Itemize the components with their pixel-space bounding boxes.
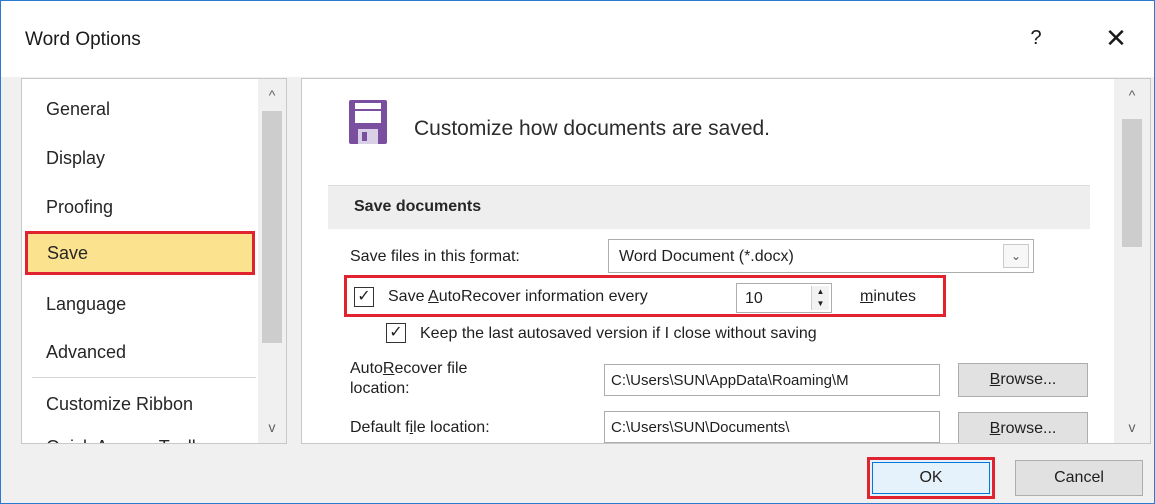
panel-header: Customize how documents are saved. <box>414 117 771 140</box>
section-title: Save documents <box>354 198 482 215</box>
scroll-up-icon[interactable]: ^ <box>1122 87 1142 103</box>
word-options-dialog: Word Options ? ✕ General Display Proofin… <box>0 0 1155 504</box>
autorecover-label: Save AutoRecover information every <box>388 288 648 305</box>
ok-button[interactable]: OK <box>867 457 995 499</box>
autorecover-checkbox[interactable]: ✓ <box>354 287 374 307</box>
scroll-down-icon[interactable]: v <box>1122 419 1142 435</box>
scroll-up-icon[interactable]: ^ <box>262 87 282 103</box>
format-label: Save files in this format: <box>350 248 520 265</box>
autorecover-location-input[interactable]: C:\Users\SUN\AppData\Roaming\M <box>604 364 940 396</box>
nav-item-general[interactable]: General <box>22 87 258 131</box>
default-location-input[interactable]: C:\Users\SUN\Documents\ <box>604 411 940 443</box>
nav-item-display[interactable]: Display <box>22 136 258 180</box>
title-bar: Word Options ? ✕ <box>1 1 1154 77</box>
options-nav: General Display Proofing Save Language A… <box>21 78 287 444</box>
format-dropdown[interactable]: Word Document (*.docx) ⌄ <box>608 239 1034 273</box>
format-value: Word Document (*.docx) <box>619 248 794 265</box>
section-header: Save documents <box>328 185 1090 229</box>
nav-divider <box>32 377 256 378</box>
chevron-down-icon[interactable]: ⌄ <box>1003 244 1029 268</box>
keep-last-checkbox[interactable]: ✓ <box>386 323 406 343</box>
floppy-disk-icon <box>349 100 387 144</box>
nav-scroll-thumb[interactable] <box>262 111 282 343</box>
autorecover-minutes-stepper[interactable]: 10 ▲ ▼ <box>736 283 832 313</box>
nav-item-language[interactable]: Language <box>22 282 258 326</box>
keep-last-label: Keep the last autosaved version if I clo… <box>420 325 817 342</box>
cancel-button[interactable]: Cancel <box>1015 460 1143 496</box>
nav-item-advanced[interactable]: Advanced <box>22 330 258 374</box>
nav-scrollbar[interactable]: ^ v <box>258 79 286 443</box>
autorecover-browse-button[interactable]: Browse... <box>958 363 1088 397</box>
nav-item-save[interactable]: Save <box>25 231 255 275</box>
save-options-panel: Customize how documents are saved. Save … <box>301 78 1151 444</box>
minutes-value: 10 <box>745 290 763 307</box>
nav-item-quick-access-toolbar[interactable]: Quick Access Toolbar <box>22 425 258 443</box>
main-scroll-thumb[interactable] <box>1122 119 1142 247</box>
default-browse-button[interactable]: Browse... <box>958 412 1088 443</box>
ok-focus-ring <box>872 462 990 494</box>
nav-item-proofing[interactable]: Proofing <box>22 185 258 229</box>
dialog-title: Word Options <box>25 29 141 50</box>
autorecover-location-label: AutoRecover file location: <box>350 360 468 397</box>
close-button[interactable]: ✕ <box>1099 23 1133 53</box>
stepper-arrows-icon[interactable]: ▲ ▼ <box>811 286 829 310</box>
help-button[interactable]: ? <box>1021 23 1051 53</box>
minutes-label: minutes <box>860 288 917 305</box>
main-scrollbar[interactable]: ^ v <box>1114 79 1150 443</box>
scroll-down-icon[interactable]: v <box>262 419 282 435</box>
default-location-label: Default file location: <box>350 419 490 436</box>
nav-item-customize-ribbon[interactable]: Customize Ribbon <box>22 382 258 426</box>
